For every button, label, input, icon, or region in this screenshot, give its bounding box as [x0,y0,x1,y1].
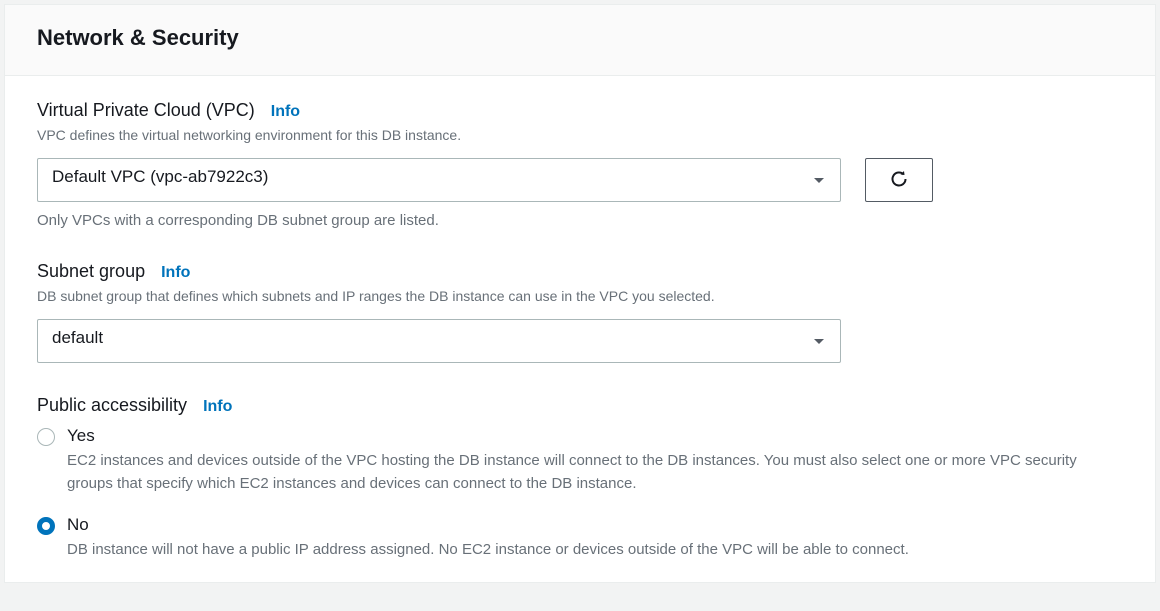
subnet-select[interactable]: default [37,319,841,363]
radio-label-yes: Yes [67,426,1123,446]
vpc-label-row: Virtual Private Cloud (VPC) Info [37,100,1123,121]
radio-label-no: No [67,515,1123,535]
radio-content-yes: Yes EC2 instances and devices outside of… [67,426,1123,495]
vpc-description: VPC defines the virtual networking envir… [37,125,1123,146]
vpc-hint: Only VPCs with a corresponding DB subnet… [37,212,1123,229]
vpc-refresh-button[interactable] [865,158,933,202]
subnet-label-row: Subnet group Info [37,261,1123,282]
public-accessibility-field: Public accessibility Info Yes EC2 instan… [37,395,1123,562]
radio-content-no: No DB instance will not have a public IP… [67,515,1123,562]
refresh-icon [889,169,909,192]
subnet-select-wrap: default [37,319,841,363]
radio-icon [37,428,55,446]
panel-header: Network & Security [5,5,1155,76]
vpc-select-row: Default VPC (vpc-ab7922c3) [37,158,1123,202]
public-label-row: Public accessibility Info [37,395,1123,416]
subnet-select-row: default [37,319,1123,363]
public-radio-group: Yes EC2 instances and devices outside of… [37,426,1123,562]
panel-title: Network & Security [37,25,1123,51]
vpc-field: Virtual Private Cloud (VPC) Info VPC def… [37,100,1123,229]
radio-description-yes: EC2 instances and devices outside of the… [67,450,1123,495]
radio-description-no: DB instance will not have a public IP ad… [67,539,1123,562]
vpc-select[interactable]: Default VPC (vpc-ab7922c3) [37,158,841,202]
radio-icon-checked [37,517,55,535]
vpc-label: Virtual Private Cloud (VPC) [37,100,255,121]
subnet-label: Subnet group [37,261,145,282]
vpc-select-wrap: Default VPC (vpc-ab7922c3) [37,158,841,202]
public-radio-no[interactable]: No DB instance will not have a public IP… [37,515,1123,562]
vpc-info-link[interactable]: Info [271,103,300,121]
public-info-link[interactable]: Info [203,398,232,416]
subnet-description: DB subnet group that defines which subne… [37,286,1123,307]
subnet-info-link[interactable]: Info [161,264,190,282]
subnet-field: Subnet group Info DB subnet group that d… [37,261,1123,363]
network-security-panel: Network & Security Virtual Private Cloud… [4,4,1156,583]
public-radio-yes[interactable]: Yes EC2 instances and devices outside of… [37,426,1123,495]
public-label: Public accessibility [37,395,187,416]
panel-body: Virtual Private Cloud (VPC) Info VPC def… [5,76,1155,562]
